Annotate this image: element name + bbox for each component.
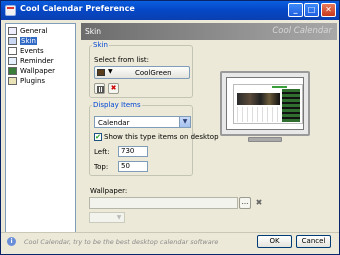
- preview-side-panel: [282, 89, 300, 122]
- wallpaper-label: Wallpaper:: [90, 187, 128, 195]
- show-on-desktop-checkbox[interactable]: ✔: [94, 133, 102, 141]
- brand-label: Cool Calendar: [272, 26, 332, 36]
- section-header: Skin Cool Calendar: [81, 23, 337, 40]
- tree-item-plugins[interactable]: Plugins: [8, 76, 45, 86]
- browse-wallpaper-button[interactable]: ...: [239, 197, 251, 209]
- tree-item-skin[interactable]: Skin: [8, 36, 37, 46]
- top-position-input[interactable]: 50: [118, 161, 148, 172]
- tree-item-label: General: [20, 27, 48, 35]
- maximize-button[interactable]: □: [304, 3, 319, 17]
- plugins-icon: [8, 77, 17, 85]
- display-item-select[interactable]: Calendar ▼: [94, 116, 191, 128]
- monitor-preview: [220, 71, 310, 136]
- selected-skin-name: CoolGreen: [135, 69, 172, 77]
- display-items-legend: Display Items: [92, 101, 142, 109]
- chevron-down-icon[interactable]: ▼: [114, 213, 124, 222]
- info-icon: i: [7, 237, 16, 246]
- tree-item-label: Skin: [20, 37, 37, 45]
- left-label: Left:: [94, 148, 110, 156]
- close-button[interactable]: ✕: [321, 3, 336, 17]
- wallpaper-mode-select[interactable]: ▼: [89, 212, 125, 223]
- calendar-preview-image: [233, 84, 303, 124]
- events-icon: [8, 47, 17, 55]
- top-label: Top:: [94, 163, 109, 171]
- cancel-button[interactable]: Cancel: [296, 235, 331, 248]
- tree-item-label: Wallpaper: [20, 67, 56, 75]
- general-icon: [8, 27, 17, 35]
- ok-button[interactable]: OK: [257, 235, 292, 248]
- app-icon: [5, 5, 16, 16]
- window-title: Cool Calendar Preference: [20, 4, 135, 13]
- select-from-list-label: Select from list:: [94, 56, 149, 64]
- skin-swatch-icon: [97, 69, 105, 76]
- title-bar[interactable]: Cool Calendar Preference _ □ ✕: [1, 1, 339, 20]
- chevron-down-icon: ▼: [108, 68, 113, 75]
- chevron-down-icon[interactable]: ▼: [179, 117, 190, 127]
- wallpaper-icon: [8, 67, 17, 75]
- preview-photo-strip: [237, 93, 280, 105]
- skin-group-legend: Skin: [92, 41, 109, 49]
- tree-item-reminder[interactable]: Reminder: [8, 56, 54, 66]
- tagline-text: Cool Calendar, try to be the best deskto…: [24, 238, 219, 246]
- skin-grid-button[interactable]: [94, 83, 105, 94]
- show-on-desktop-label[interactable]: Show this type items on desktop: [104, 133, 219, 141]
- category-tree[interactable]: General Skin Events Reminder Wallpaper P…: [5, 23, 76, 233]
- tree-item-label: Events: [20, 47, 44, 55]
- monitor-stand: [248, 137, 282, 142]
- footer-divider: [1, 232, 339, 233]
- section-title: Skin: [85, 27, 101, 36]
- tree-item-wallpaper[interactable]: Wallpaper: [8, 66, 55, 76]
- tree-item-general[interactable]: General: [8, 26, 48, 36]
- display-item-value: Calendar: [98, 119, 130, 127]
- delete-skin-button[interactable]: ✖: [108, 83, 119, 94]
- left-position-input[interactable]: 730: [118, 146, 148, 157]
- preview-screen: [226, 77, 304, 130]
- tree-item-label: Plugins: [20, 77, 46, 85]
- preview-brand-bar: [272, 86, 287, 88]
- preview-calendar-grid: [237, 107, 280, 122]
- preference-window: Cool Calendar Preference _ □ ✕ General S…: [0, 0, 340, 255]
- minimize-button[interactable]: _: [288, 3, 303, 17]
- wallpaper-path-input[interactable]: [89, 197, 238, 209]
- skin-icon: [8, 37, 17, 45]
- clear-wallpaper-button[interactable]: ✖: [254, 198, 264, 208]
- tree-item-label: Reminder: [20, 57, 54, 65]
- reminder-icon: [8, 57, 17, 65]
- skin-dropdown[interactable]: ▼ CoolGreen: [94, 66, 190, 79]
- tree-item-events[interactable]: Events: [8, 46, 44, 56]
